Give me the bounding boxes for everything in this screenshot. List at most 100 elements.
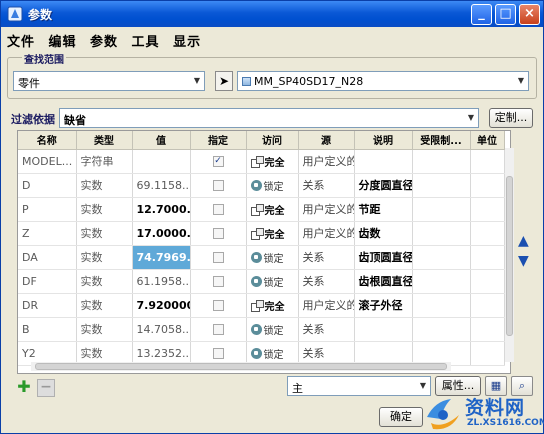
cell-restricted[interactable] (412, 149, 471, 174)
cell-value[interactable]: 17.0000... (132, 221, 191, 246)
table-row[interactable]: DA实数74.7969... 锁定 关系齿顶圆直径 (18, 245, 505, 270)
cell-access[interactable]: 锁定 (246, 317, 299, 342)
cell-restricted[interactable] (412, 173, 471, 198)
main-select[interactable]: 主 ▼ (287, 376, 431, 396)
cell-description[interactable] (354, 317, 413, 342)
close-button[interactable]: × (519, 4, 540, 25)
cell-type[interactable]: 实数 (76, 173, 133, 198)
cell-name[interactable]: MODEL... (18, 149, 77, 174)
cell-value[interactable]: 74.7969... (132, 245, 191, 270)
cell-value[interactable]: 12.7000... (132, 197, 191, 222)
vertical-scrollbar[interactable] (505, 148, 514, 362)
cell-units[interactable] (470, 149, 505, 174)
cell-description[interactable]: 齿数 (354, 221, 413, 246)
cell-access[interactable]: 完全 (246, 197, 299, 222)
cell-description[interactable]: 齿根圆直径 (354, 269, 413, 294)
ok-button[interactable]: 确定 (379, 407, 423, 427)
horizontal-scrollbar[interactable] (31, 362, 451, 371)
cell-type[interactable]: 实数 (76, 317, 133, 342)
cell-description[interactable]: 齿顶圆直径 (354, 245, 413, 270)
cell-access[interactable]: 锁定 (246, 173, 299, 198)
cell-name[interactable]: P (18, 197, 77, 222)
minimize-button[interactable]: _ (471, 4, 492, 25)
cell-type[interactable]: 实数 (76, 269, 133, 294)
column-header-type[interactable]: 类型 (76, 131, 133, 150)
cell-source[interactable]: 用户定义的 (298, 221, 355, 246)
column-header-access[interactable]: 访问 (246, 131, 299, 150)
menu-parameters[interactable]: 参数 (90, 31, 118, 50)
cell-source[interactable]: 用户定义的 (298, 197, 355, 222)
cell-units[interactable] (470, 269, 505, 294)
horizontal-scroll-thumb[interactable] (35, 363, 447, 370)
cell-description[interactable]: 滚子外径 (354, 293, 413, 318)
cell-value[interactable] (132, 149, 191, 174)
cell-units[interactable] (470, 245, 505, 270)
cell-name[interactable]: DR (18, 293, 77, 318)
cell-designated[interactable]: ✓ (190, 149, 247, 174)
cell-designated[interactable] (190, 173, 247, 198)
cell-access[interactable]: 锁定 (246, 269, 299, 294)
cell-designated[interactable] (190, 317, 247, 342)
menu-edit[interactable]: 编辑 (49, 31, 77, 50)
add-parameter-button[interactable]: ✚ (15, 379, 33, 397)
cell-value[interactable]: 69.1158... (132, 173, 191, 198)
cell-value[interactable]: 14.7058... (132, 317, 191, 342)
table-row[interactable]: MODEL... 字符串 ✓ 完全 用户定义的 (18, 149, 505, 174)
column-header-value[interactable]: 值 (132, 131, 191, 150)
cell-description[interactable]: 节距 (354, 197, 413, 222)
cell-designated[interactable] (190, 221, 247, 246)
table-row[interactable]: Z实数17.0000... 完全 用户定义的齿数 (18, 221, 505, 246)
cell-source[interactable]: 用户定义的 (298, 293, 355, 318)
select-cursor-button[interactable]: ➤ (215, 71, 233, 91)
customize-button[interactable]: 定制... (489, 108, 533, 128)
cell-type[interactable]: 实数 (76, 293, 133, 318)
cell-access[interactable]: 锁定 (246, 245, 299, 270)
cell-source[interactable]: 关系 (298, 317, 355, 342)
cell-value[interactable]: 61.1958... (132, 269, 191, 294)
cell-units[interactable] (470, 197, 505, 222)
designated-checkbox[interactable] (212, 348, 224, 359)
table-row[interactable]: B 实数 14.7058... 锁定 关系 (18, 317, 505, 342)
column-header-restricted[interactable]: 受限制... (412, 131, 471, 150)
cell-type[interactable]: 字符串 (76, 149, 133, 174)
cell-value[interactable]: 7.920000 (132, 293, 191, 318)
cell-restricted[interactable] (412, 245, 471, 270)
designated-checkbox[interactable] (212, 180, 224, 191)
column-header-name[interactable]: 名称 (18, 131, 77, 150)
designated-checkbox[interactable] (212, 252, 224, 263)
cell-access[interactable]: 完全 (246, 293, 299, 318)
scope-select[interactable]: 零件 ▼ (13, 71, 205, 91)
table-row[interactable]: P实数12.7000... 完全 用户定义的节距 (18, 197, 505, 222)
model-select[interactable]: MM_SP40SD17_N28 ▼ (237, 71, 529, 91)
designated-checkbox[interactable] (212, 300, 224, 311)
cell-restricted[interactable] (412, 269, 471, 294)
cell-designated[interactable] (190, 197, 247, 222)
menu-display[interactable]: 显示 (173, 31, 201, 50)
cell-access[interactable]: 完全 (246, 221, 299, 246)
cell-name[interactable]: D (18, 173, 77, 198)
vertical-scroll-thumb[interactable] (506, 176, 513, 336)
table-row[interactable]: DF 实数 61.1958... 锁定 关系 齿根圆直径 (18, 269, 505, 294)
column-header-designated[interactable]: 指定 (190, 131, 247, 150)
cell-designated[interactable] (190, 293, 247, 318)
cell-access[interactable]: 完全 (246, 149, 299, 174)
table-row[interactable]: D 实数 69.1158... 锁定 关系 分度圆直径 (18, 173, 505, 198)
menu-tools[interactable]: 工具 (132, 31, 160, 50)
move-down-button[interactable]: ▼ (518, 253, 529, 269)
cell-source[interactable]: 关系 (298, 245, 355, 270)
cell-description[interactable] (354, 149, 413, 174)
column-header-source[interactable]: 源 (298, 131, 355, 150)
cell-units[interactable] (470, 221, 505, 246)
maximize-button[interactable]: □ (495, 4, 516, 25)
designated-checkbox[interactable] (212, 276, 224, 287)
cell-restricted[interactable] (412, 221, 471, 246)
designated-checkbox[interactable] (212, 204, 224, 215)
cell-name[interactable]: B (18, 317, 77, 342)
cell-units[interactable] (470, 173, 505, 198)
designated-checkbox[interactable] (212, 324, 224, 335)
cell-designated[interactable] (190, 269, 247, 294)
cell-units[interactable] (470, 317, 505, 342)
cell-source[interactable]: 用户定义的 (298, 149, 355, 174)
designated-checkbox[interactable] (212, 228, 224, 239)
cell-units[interactable] (470, 341, 505, 366)
